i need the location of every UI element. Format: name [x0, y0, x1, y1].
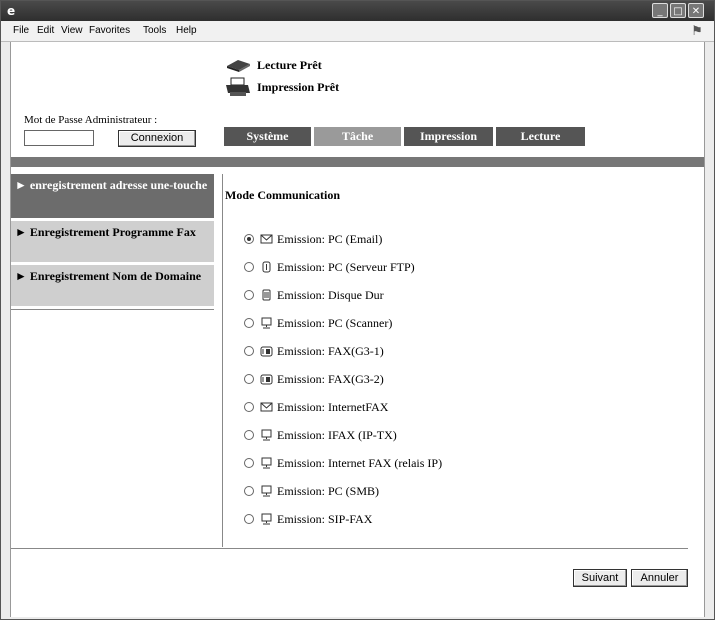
sidebar-item-domain-name[interactable]: ► Enregistrement Nom de Domaine [11, 265, 214, 306]
option-label: Emission: SIP-FAX [277, 511, 373, 526]
sidebar: ► enregistrement adresse une-touche ► En… [11, 174, 216, 310]
scanner-icon [227, 60, 250, 72]
option-radio[interactable] [244, 346, 254, 356]
option-radio[interactable] [244, 234, 254, 244]
tab-systeme[interactable]: Système [224, 127, 311, 146]
sidebar-item-one-touch[interactable]: ► enregistrement adresse une-touche [11, 174, 214, 218]
scan-status-text: Lecture Prêt [257, 57, 322, 72]
page-content: Lecture Prêt Impression Prêt Mot de Pass… [10, 42, 705, 617]
option-label: Emission: Internet FAX (relais IP) [277, 455, 443, 470]
option-row[interactable]: Emission: FAX(G3-2) [244, 365, 442, 393]
tab-lecture[interactable]: Lecture [496, 127, 585, 146]
minimize-button[interactable]: _ [652, 3, 668, 18]
close-button[interactable]: ✕ [688, 3, 704, 18]
fax-icon [260, 345, 277, 357]
menu-bar: File Edit View Favorites Tools Help ⚑ [1, 21, 714, 42]
menu-help[interactable]: Help [176, 25, 197, 36]
option-row[interactable]: Emission: Disque Dur [244, 281, 442, 309]
title-bar: e _ □ ✕ [1, 1, 714, 21]
email-icon [260, 401, 277, 413]
option-label: Emission: Disque Dur [277, 287, 384, 302]
cancel-button[interactable]: Annuler [631, 569, 688, 587]
browser-app-icon: e [7, 4, 16, 18]
menu-view[interactable]: View [61, 25, 83, 36]
footer-divider [11, 548, 688, 549]
main-tabs: Système Tâche Impression Lecture [224, 127, 585, 146]
option-radio[interactable] [244, 318, 254, 328]
tab-tache[interactable]: Tâche [314, 127, 401, 146]
option-label: Emission: PC (Scanner) [277, 315, 393, 330]
option-row[interactable]: Emission: PC (SMB) [244, 477, 442, 505]
email-icon [260, 233, 277, 245]
option-label: Emission: FAX(G3-2) [277, 371, 384, 386]
option-radio[interactable] [244, 402, 254, 412]
pc-icon [260, 429, 277, 441]
pc-icon [260, 513, 277, 525]
pc-icon [260, 317, 277, 329]
option-row[interactable]: Emission: InternetFAX [244, 393, 442, 421]
option-radio[interactable] [244, 374, 254, 384]
browser-window: e _ □ ✕ File Edit View Favorites Tools H… [0, 0, 715, 620]
option-row[interactable]: Emission: PC (Scanner) [244, 309, 442, 337]
printer-icon [226, 77, 250, 96]
pc-icon [260, 457, 277, 469]
menu-tools[interactable]: Tools [143, 25, 166, 36]
sidebar-item-fax-program[interactable]: ► Enregistrement Programme Fax [11, 221, 214, 262]
option-label: Emission: PC (Serveur FTP) [277, 259, 415, 274]
admin-password-label: Mot de Passe Administrateur : [24, 114, 158, 126]
option-row[interactable]: Emission: SIP-FAX [244, 505, 442, 533]
option-row[interactable]: Emission: PC (Email) [244, 225, 442, 253]
option-radio[interactable] [244, 486, 254, 496]
connexion-button[interactable]: Connexion [118, 130, 196, 147]
menu-edit[interactable]: Edit [37, 25, 54, 36]
print-status-text: Impression Prêt [257, 79, 340, 94]
page-title: Mode Communication [225, 188, 340, 202]
menu-file[interactable]: File [13, 25, 29, 36]
fax-icon [260, 373, 277, 385]
pc-icon [260, 485, 277, 497]
option-radio[interactable] [244, 290, 254, 300]
tab-impression[interactable]: Impression [404, 127, 493, 146]
vertical-divider [222, 174, 223, 547]
option-radio[interactable] [244, 514, 254, 524]
option-row[interactable]: Emission: Internet FAX (relais IP) [244, 449, 442, 477]
option-radio[interactable] [244, 262, 254, 272]
windows-logo-icon: ⚑ [691, 23, 703, 38]
menu-favorites[interactable]: Favorites [89, 25, 130, 36]
maximize-button[interactable]: □ [670, 3, 686, 18]
option-label: Emission: FAX(G3-1) [277, 343, 384, 358]
option-radio[interactable] [244, 430, 254, 440]
next-button[interactable]: Suivant [573, 569, 627, 587]
ftp-icon [260, 261, 277, 273]
option-row[interactable]: Emission: PC (Serveur FTP) [244, 253, 442, 281]
option-label: Emission: PC (SMB) [277, 483, 380, 498]
hdd-icon [260, 289, 277, 301]
option-row[interactable]: Emission: FAX(G3-1) [244, 337, 442, 365]
communication-mode-options: Emission: PC (Email) Emission: PC (Serveu… [244, 225, 442, 533]
option-label: Emission: IFAX (IP-TX) [277, 427, 397, 442]
option-radio[interactable] [244, 458, 254, 468]
option-label: Emission: InternetFAX [277, 399, 389, 414]
header-divider-bar [11, 157, 704, 167]
admin-password-input[interactable] [24, 130, 94, 146]
option-label: Emission: PC (Email) [277, 231, 383, 246]
device-status: Lecture Prêt Impression Prêt [224, 54, 339, 98]
sidebar-divider [11, 309, 214, 310]
option-row[interactable]: Emission: IFAX (IP-TX) [244, 421, 442, 449]
